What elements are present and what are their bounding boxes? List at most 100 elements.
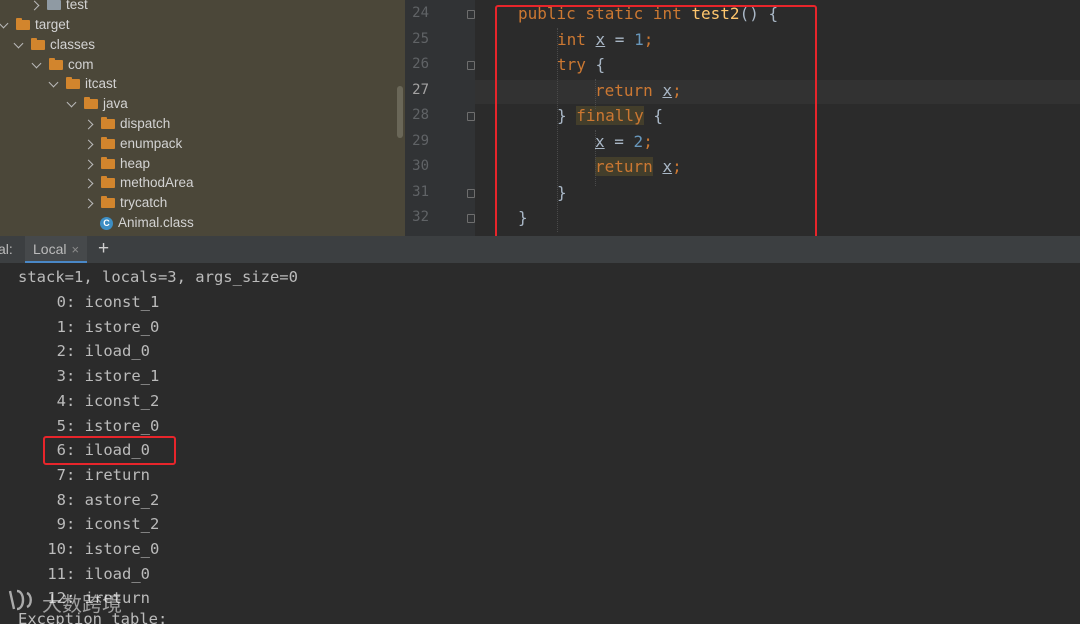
tree-item-label: classes (50, 37, 96, 52)
instruction-opcode: istore_0 (84, 317, 160, 336)
instruction-separator: : (66, 416, 85, 435)
bytecode-header: stack=1, locals=3, args_size=0 (18, 268, 298, 286)
tree-item-test[interactable]: test (29, 0, 88, 15)
instruction-separator: : (66, 465, 85, 484)
chevron-down-icon[interactable] (66, 97, 77, 107)
tree-item-methodarea[interactable]: methodArea (83, 173, 194, 193)
instruction-separator: : (66, 293, 85, 311)
line-number: 28 (412, 107, 429, 123)
tree-item-label: dispatch (120, 116, 171, 131)
editor-gutter: 24 25 26 27 28 29 30 31 32 (405, 0, 475, 236)
bytecode-instruction: 7: ireturn (0, 465, 150, 485)
add-tab-icon[interactable]: + (98, 238, 109, 260)
tree-item-com[interactable]: com (31, 55, 94, 75)
tree-item-target[interactable]: target (0, 15, 70, 35)
tree-item-enumpack[interactable]: enumpack (83, 134, 183, 154)
chevron-right-icon[interactable] (83, 139, 94, 149)
line-number: 30 (412, 158, 429, 174)
line-number: 25 (412, 31, 429, 47)
instruction-opcode: istore_1 (84, 367, 160, 386)
folder-icon (101, 137, 115, 149)
instruction-opcode: iconst_1 (84, 293, 160, 311)
folder-icon (47, 0, 61, 10)
folder-icon (101, 117, 115, 129)
tab-local[interactable]: Local × (25, 236, 88, 263)
terminal-output[interactable]: stack=1, locals=3, args_size=0 0: iconst… (0, 263, 1080, 624)
fold-marker-icon[interactable] (467, 112, 475, 121)
instruction-opcode: istore_0 (84, 540, 160, 558)
chevron-right-icon[interactable] (83, 178, 94, 188)
line-number: 27 (412, 82, 429, 98)
instruction-separator: : (66, 564, 85, 583)
chevron-right-icon[interactable] (83, 119, 94, 129)
instruction-index: 8 (56, 490, 66, 509)
instruction-separator: : (66, 367, 85, 386)
instruction-separator: : (66, 490, 85, 509)
folder-icon (16, 18, 30, 30)
instruction-index: 2 (56, 342, 66, 361)
line-number: 31 (412, 184, 429, 200)
tree-item-java[interactable]: java (66, 94, 128, 114)
method-annotation-box (495, 5, 817, 236)
folder-icon (101, 176, 115, 188)
instruction-opcode: iconst_2 (84, 515, 160, 534)
instruction-index: 4 (56, 391, 66, 410)
tree-item-label: heap (120, 156, 151, 171)
folder-icon (31, 38, 45, 50)
tree-item-label: target (35, 17, 70, 32)
instruction-index: 9 (56, 515, 66, 534)
instruction-index: 7 (56, 465, 66, 484)
bytecode-instruction: 3: istore_1 (0, 366, 160, 386)
fold-marker-icon[interactable] (467, 10, 475, 19)
bytecode-instruction: 1: istore_0 (0, 317, 160, 337)
chevron-down-icon[interactable] (0, 18, 9, 28)
instruction-index: 0 (56, 293, 66, 311)
watermark-text: 大数跨境 (42, 594, 122, 616)
terminal-title: al: (0, 241, 13, 257)
tree-scrollbar[interactable] (397, 86, 403, 138)
fold-marker-icon[interactable] (467, 214, 475, 223)
watermark: 大数跨境 (8, 588, 122, 617)
chevron-right-icon[interactable] (83, 159, 94, 169)
close-icon[interactable]: × (71, 242, 79, 257)
chevron-down-icon[interactable] (48, 77, 59, 87)
chevron-down-icon[interactable] (31, 58, 42, 68)
instruction-separator: : (66, 391, 85, 410)
code-editor[interactable]: 24 25 26 27 28 29 30 31 32 public static int tes… (405, 0, 1080, 236)
line-number: 24 (412, 5, 429, 21)
folder-icon (66, 77, 80, 89)
tree-item-trycatch[interactable]: trycatch (83, 193, 168, 213)
tree-item-label: Animal.class (118, 215, 194, 230)
bytecode-instruction: 11: iload_0 (0, 564, 150, 584)
fold-marker-icon[interactable] (467, 61, 475, 70)
instruction-opcode: ireturn (84, 465, 150, 484)
folder-icon (49, 58, 63, 70)
instruction-opcode: iconst_2 (84, 391, 160, 410)
line-number: 29 (412, 133, 429, 149)
tab-local-label: Local (33, 241, 67, 257)
chevron-right-icon[interactable] (83, 198, 94, 208)
tree-item-label: trycatch (120, 195, 168, 210)
chevron-right-icon[interactable] (29, 0, 40, 10)
folder-icon (84, 97, 98, 109)
instruction-separator: : (66, 540, 85, 558)
instruction-separator: : (66, 515, 85, 534)
tree-item-heap[interactable]: heap (83, 154, 151, 174)
chevron-down-icon[interactable] (13, 38, 24, 48)
watermark-logo-icon (8, 589, 34, 617)
tree-item-label: test (66, 0, 88, 12)
tree-item-label: com (68, 57, 94, 72)
bytecode-instruction: 10: istore_0 (0, 539, 159, 559)
bytecode-instruction: 5: istore_0 (0, 416, 160, 436)
tree-item-classes[interactable]: classes (13, 35, 96, 55)
fold-marker-icon[interactable] (467, 189, 475, 198)
tree-item-animal-class[interactable]: C Animal.class (85, 213, 194, 233)
instruction-opcode: astore_2 (84, 490, 160, 509)
tree-item-itcast[interactable]: itcast (48, 74, 117, 94)
tree-item-label: java (103, 96, 128, 111)
line-number: 32 (412, 209, 429, 225)
tree-item-label: enumpack (120, 136, 183, 151)
tree-item-dispatch[interactable]: dispatch (83, 114, 171, 134)
instruction-index: 11 (47, 564, 66, 583)
instruction-opcode: iload_0 (84, 564, 150, 583)
